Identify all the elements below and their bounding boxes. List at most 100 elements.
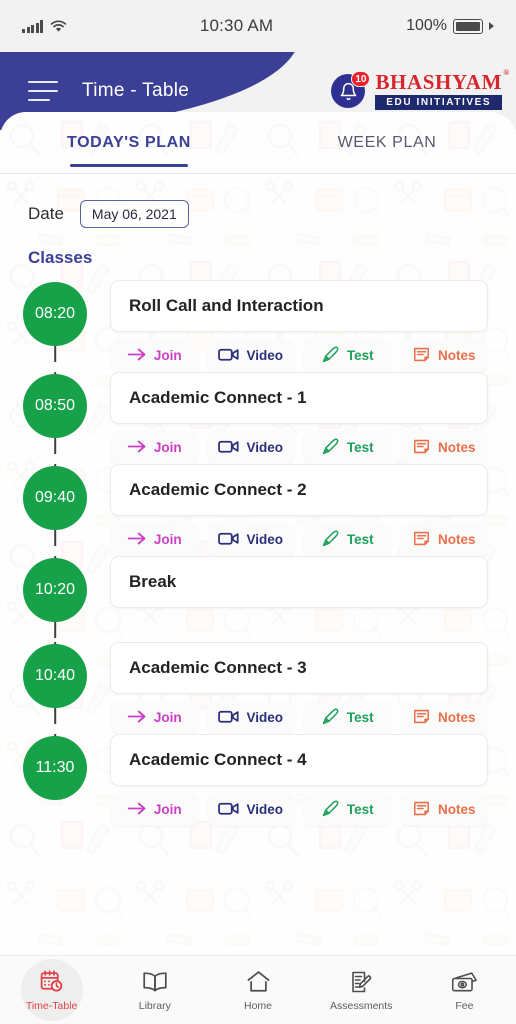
date-label: Date (28, 204, 64, 223)
battery-tip (488, 22, 494, 30)
class-time-badge: 10:20 (23, 558, 87, 622)
nav-item-home[interactable]: Home (206, 956, 309, 1024)
class-card-column: Academic Connect - 1 Join Video Test Not… (110, 372, 516, 464)
notes-button[interactable]: Notes (399, 339, 488, 372)
class-card-column: Academic Connect - 3 Join Video Test Not… (110, 642, 516, 734)
brand-logo-registered: ® (503, 68, 510, 78)
pen-nib-icon (321, 529, 340, 551)
notification-button[interactable]: 10 (331, 71, 371, 108)
status-bar: 10:30 AM 100% (0, 0, 516, 52)
video-label: Video (246, 532, 283, 547)
date-picker-field[interactable]: May 06, 2021 (79, 200, 189, 228)
banknotes-icon (451, 969, 478, 995)
tab-todays-plan[interactable]: TODAY'S PLAN (0, 134, 258, 152)
join-button[interactable]: Join (110, 431, 199, 464)
notes-button[interactable]: Notes (399, 701, 488, 734)
notes-label: Notes (437, 440, 476, 455)
class-time-badge: 10:40 (23, 644, 87, 708)
test-label: Test (346, 710, 374, 725)
nav-item-time-table[interactable]: Time-Table (0, 956, 103, 1024)
class-title-card[interactable]: Academic Connect - 4 (110, 734, 488, 786)
notification-badge-count: 10 (351, 71, 371, 87)
plan-tabs: TODAY'S PLAN WEEK PLAN (0, 112, 516, 174)
bottom-navigation: Time-Table Library Home Assessments Fee (0, 955, 516, 1024)
join-button[interactable]: Join (110, 793, 199, 826)
timeline-track: 10:40 (0, 642, 110, 724)
nav-item-assessments[interactable]: Assessments (310, 956, 413, 1024)
video-label: Video (246, 802, 283, 817)
notes-document-icon (412, 707, 431, 729)
notes-document-icon (412, 529, 431, 551)
notes-document-icon (412, 345, 431, 367)
nav-item-label: Fee (455, 999, 474, 1012)
video-camera-icon (218, 347, 240, 365)
arrow-right-icon (127, 347, 147, 365)
home-icon (246, 969, 271, 995)
notes-button[interactable]: Notes (399, 431, 488, 464)
video-button[interactable]: Video (206, 701, 295, 734)
notes-document-icon (412, 437, 431, 459)
notes-label: Notes (437, 348, 476, 363)
class-title-card[interactable]: Roll Call and Interaction (110, 280, 488, 332)
wifi-icon (50, 19, 67, 32)
nav-item-label: Home (244, 999, 273, 1012)
join-label: Join (153, 532, 182, 547)
nav-item-fee[interactable]: Fee (413, 956, 516, 1024)
class-card-column: Academic Connect - 2 Join Video Test Not… (110, 464, 516, 556)
class-title-card[interactable]: Academic Connect - 1 (110, 372, 488, 424)
video-button[interactable]: Video (206, 793, 295, 826)
join-button[interactable]: Join (110, 523, 199, 556)
video-button[interactable]: Video (206, 523, 295, 556)
page-title: Time - Table (82, 80, 190, 101)
video-label: Video (246, 348, 283, 363)
notes-button[interactable]: Notes (399, 523, 488, 556)
test-button[interactable]: Test (303, 339, 392, 372)
brand-logo-tagline: EDU INITIATIVES (375, 95, 502, 110)
video-camera-icon (218, 709, 240, 727)
signal-bars-icon (22, 19, 43, 33)
class-row: 11:30 Academic Connect - 4 Join Video Te… (0, 734, 516, 826)
video-camera-icon (218, 439, 240, 457)
pen-nib-icon (321, 707, 340, 729)
class-title-card[interactable]: Break (110, 556, 488, 608)
arrow-right-icon (127, 801, 147, 819)
class-time-badge: 08:20 (23, 282, 87, 346)
class-title-card[interactable]: Academic Connect - 2 (110, 464, 488, 516)
join-button[interactable]: Join (110, 339, 199, 372)
notes-label: Notes (437, 532, 476, 547)
content-sheet: TODAY'S PLAN WEEK PLAN Date May 06, 2021… (0, 112, 516, 955)
classes-heading: Classes (28, 248, 93, 267)
class-row: 09:40 Academic Connect - 2 Join Video Te… (0, 464, 516, 556)
tab-week-plan[interactable]: WEEK PLAN (258, 134, 516, 152)
join-label: Join (153, 440, 182, 455)
test-button[interactable]: Test (303, 701, 392, 734)
test-button[interactable]: Test (303, 793, 392, 826)
video-button[interactable]: Video (206, 431, 295, 464)
nav-item-library[interactable]: Library (103, 956, 206, 1024)
arrow-right-icon (127, 709, 147, 727)
notes-button[interactable]: Notes (399, 793, 488, 826)
arrow-right-icon (127, 439, 147, 457)
brand-logo-text: BHASHYAM (375, 70, 502, 95)
hamburger-menu-icon[interactable] (28, 81, 58, 101)
class-card-column: Roll Call and Interaction Join Video Tes… (110, 280, 516, 372)
join-button[interactable]: Join (110, 701, 199, 734)
class-time-badge: 11:30 (23, 736, 87, 800)
nav-item-label: Time-Table (25, 999, 78, 1012)
class-title-card[interactable]: Academic Connect - 3 (110, 642, 488, 694)
class-time-badge: 09:40 (23, 466, 87, 530)
nav-item-label: Library (138, 999, 171, 1012)
status-bar-left (22, 19, 67, 33)
video-button[interactable]: Video (206, 339, 295, 372)
test-label: Test (346, 532, 374, 547)
test-button[interactable]: Test (303, 523, 392, 556)
join-label: Join (153, 710, 182, 725)
join-label: Join (153, 802, 182, 817)
test-button[interactable]: Test (303, 431, 392, 464)
test-label: Test (346, 440, 374, 455)
nav-item-label: Assessments (329, 999, 393, 1012)
video-camera-icon (218, 801, 240, 819)
pen-nib-icon (321, 345, 340, 367)
pen-nib-icon (321, 437, 340, 459)
video-camera-icon (218, 531, 240, 549)
